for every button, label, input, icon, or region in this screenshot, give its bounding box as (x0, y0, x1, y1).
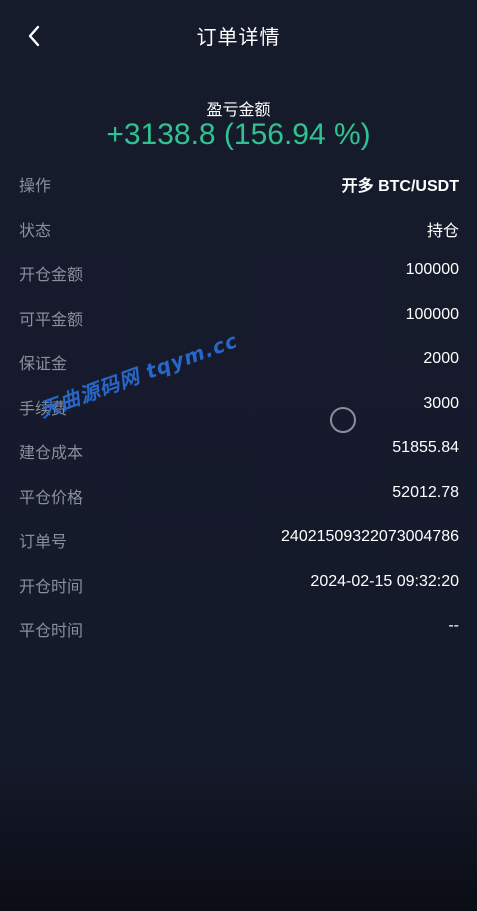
row-open-amount: 开仓金额 100000 (0, 249, 477, 294)
row-label: 平仓价格 (19, 487, 84, 507)
row-value: 100000 (405, 305, 459, 323)
row-status: 状态 持仓 (0, 205, 477, 250)
pnl-label: 盈亏金额 (206, 100, 271, 119)
row-value: 持仓 (426, 222, 459, 240)
pnl-value: +3138.8 (156.94 %) (106, 118, 371, 151)
row-cost: 建仓成本 51855.84 (0, 427, 477, 472)
row-value: 100000 (405, 261, 459, 278)
row-label: 平仓时间 (19, 621, 84, 640)
row-label: 状态 (19, 220, 52, 240)
row-order-number: 订单号 24021509322073004786 (0, 516, 477, 561)
row-label: 订单号 (19, 532, 68, 551)
row-label: 建仓成本 (19, 443, 84, 462)
row-open-time: 开仓时间 2024-02-15 09:32:20 (0, 561, 477, 606)
row-label: 开仓金额 (19, 265, 84, 284)
loading-spinner-icon (330, 407, 356, 433)
row-label: 可平金额 (19, 309, 84, 329)
row-label: 保证金 (19, 354, 68, 373)
row-value: 2000 (423, 350, 459, 367)
row-value: 2024-02-15 09:32:20 (310, 572, 459, 590)
row-value: 24021509322073004786 (281, 528, 459, 545)
row-operation: 操作 开多 BTC/USDT (0, 160, 477, 205)
row-value: 3000 (423, 394, 459, 412)
row-close-price: 平仓价格 52012.78 (0, 472, 477, 517)
row-value: 51855.84 (392, 439, 459, 456)
row-value: 开多 BTC/USDT (341, 178, 459, 195)
page-title: 订单详情 (196, 25, 281, 49)
row-closable-amount: 可平金额 100000 (0, 294, 477, 339)
row-value: 52012.78 (392, 483, 459, 501)
row-close-time: 平仓时间 -- (0, 605, 477, 650)
row-value: -- (448, 617, 459, 634)
header: 订单详情 (0, 0, 477, 72)
row-label: 操作 (19, 176, 52, 195)
row-label: 开仓时间 (19, 576, 84, 596)
